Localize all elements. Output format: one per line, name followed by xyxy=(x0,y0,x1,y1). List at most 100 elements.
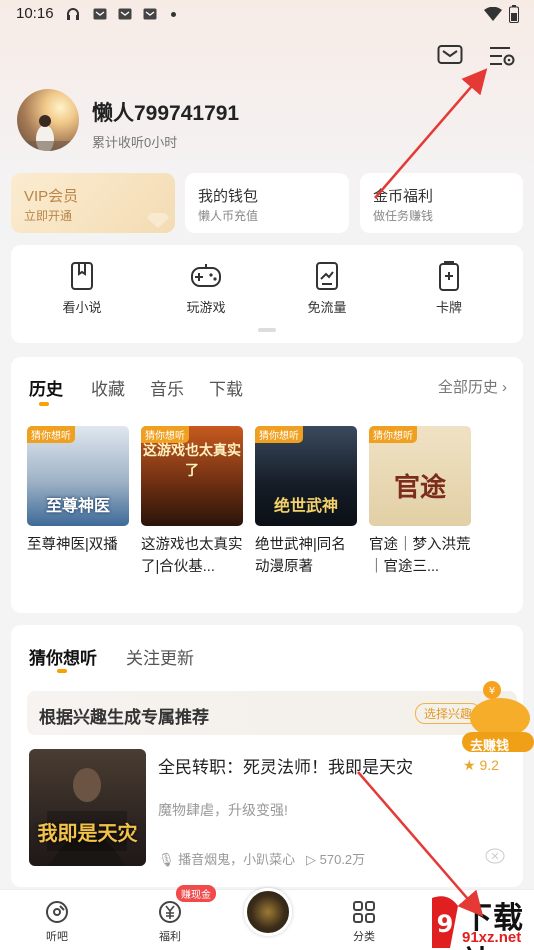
book-cover: 猜你想听 至尊神医 xyxy=(27,426,129,526)
svg-text:¥: ¥ xyxy=(489,686,495,697)
tool-label: 免流量 xyxy=(307,300,347,315)
banner-text: 根据兴趣生成专属推荐 xyxy=(39,708,209,727)
tab-favorites[interactable]: 收藏 xyxy=(91,375,125,400)
yen-coin-icon xyxy=(159,901,181,923)
message-icon[interactable] xyxy=(437,44,463,66)
tab-downloads[interactable]: 下载 xyxy=(209,375,243,400)
coin-welfare-title: 金币福利 xyxy=(373,188,434,205)
tab-music[interactable]: 音乐 xyxy=(150,375,184,400)
cover-title: 官途 xyxy=(393,472,446,502)
battery-icon xyxy=(509,5,519,23)
disc-icon xyxy=(46,901,68,923)
now-playing-button[interactable] xyxy=(244,888,292,936)
username[interactable]: 懒人799741791 xyxy=(92,97,239,127)
book-title: 至尊神医|双播 xyxy=(27,537,118,553)
earn-money-float-button[interactable]: ¥ 去赚钱 xyxy=(462,680,534,760)
wallet-card-subtitle: 懒人币充值 xyxy=(198,209,259,223)
data-card-icon xyxy=(316,262,338,290)
chevron-right-icon: › xyxy=(502,379,507,396)
tool-play-game[interactable]: 玩游戏 xyxy=(161,261,251,316)
watermark-url: 91xz.net xyxy=(462,929,522,946)
vip-card-title: VIP会员 xyxy=(24,188,79,205)
close-icon[interactable] xyxy=(485,848,505,864)
cover-title: 绝世武神 xyxy=(273,498,338,515)
history-book[interactable]: 猜你想听 绝世武神 绝世武神|同名动漫原著 xyxy=(255,426,357,578)
earn-money-label: 去赚钱 xyxy=(470,738,510,753)
headset-icon xyxy=(67,8,79,20)
coin-welfare-subtitle: 做任务赚钱 xyxy=(373,209,434,223)
svg-text:9: 9 xyxy=(437,910,454,938)
tool-label: 看小说 xyxy=(62,300,102,315)
book-icon xyxy=(71,262,93,290)
diamond-icon xyxy=(147,213,169,228)
guess-tag: 猜你想听 xyxy=(255,426,303,443)
recommend-title[interactable]: 全民转职：死灵法师！我即是天灾 xyxy=(158,753,413,778)
history-book[interactable]: 猜你想听 至尊神医 至尊神医|双播 xyxy=(27,426,129,578)
recommend-cover[interactable]: 我即是天灾 xyxy=(29,749,146,866)
book-cover: 猜你想听 绝世武神 xyxy=(255,426,357,526)
history-book[interactable]: 猜你想听 官途 官途｜梦入洪荒｜官途三... xyxy=(369,426,471,578)
tool-free-data[interactable]: 免流量 xyxy=(282,261,372,316)
listen-time: 累计收听0小时 xyxy=(92,135,178,150)
nav-label: 听吧 xyxy=(46,931,68,943)
nav-label: 分类 xyxy=(353,931,375,943)
tool-cards[interactable]: 卡牌 xyxy=(404,261,494,316)
avatar[interactable] xyxy=(17,89,79,151)
mail-notification-icon xyxy=(143,8,157,20)
tool-read-novel[interactable]: 看小说 xyxy=(37,261,127,316)
tab-guess-listen[interactable]: 猜你想听 xyxy=(29,644,97,669)
status-time: 10:16 xyxy=(16,5,54,22)
page-indicator xyxy=(258,328,276,332)
book-title: 这游戏也太真实了|合伙基... xyxy=(141,537,243,575)
coin-welfare-card[interactable]: 金币福利 做任务赚钱 xyxy=(360,173,523,233)
narrators: 播音烟鬼，小趴菜心 xyxy=(178,852,296,867)
play-count: 570.2万 xyxy=(319,852,366,867)
nav-welfare[interactable]: 福利 xyxy=(140,900,200,944)
mail-notification-icon xyxy=(93,8,107,20)
tools-panel: 看小说 玩游戏 免流量 卡牌 xyxy=(11,245,523,343)
mic-icon: 🎙 xyxy=(158,852,175,867)
book-cover: 猜你想听 官途 xyxy=(369,426,471,526)
gamepad-icon xyxy=(191,264,221,287)
cover-title: 这游戏也太真实了 xyxy=(143,442,241,478)
book-title: 绝世武神|同名动漫原著 xyxy=(255,537,346,575)
tab-follow-updates[interactable]: 关注更新 xyxy=(126,644,194,669)
vip-card-subtitle: 立即开通 xyxy=(24,209,73,223)
guess-tag: 猜你想听 xyxy=(27,426,75,443)
history-book[interactable]: 猜你想听 这游戏也太真实了 这游戏也太真实了|合伙基... xyxy=(141,426,243,578)
mail-notification-icon xyxy=(118,8,132,20)
cover-title: 我即是天灾 xyxy=(37,823,138,845)
tool-label: 卡牌 xyxy=(435,300,462,315)
grid-icon xyxy=(353,901,375,923)
tab-indicator xyxy=(39,402,49,406)
wifi-icon xyxy=(484,7,502,21)
recommend-meta: 🎙 播音烟鬼，小趴菜心 ▷ 570.2万 xyxy=(158,849,365,868)
notification-dot xyxy=(171,12,176,17)
vip-card[interactable]: VIP会员 立即开通 xyxy=(11,173,175,233)
all-history-link[interactable]: 全部历史 › xyxy=(438,376,507,397)
avatar-figure-icon xyxy=(17,115,79,151)
recommend-desc: 魔物肆虐，升级变强! xyxy=(158,802,288,818)
play-icon: ▷ xyxy=(306,852,316,867)
cover-figure-icon xyxy=(47,768,127,866)
nav-label: 福利 xyxy=(159,931,181,943)
interest-banner[interactable]: 根据兴趣生成专属推荐 选择兴趣 xyxy=(27,691,517,735)
tab-indicator xyxy=(57,669,67,673)
nav-category[interactable]: 分类 xyxy=(334,900,394,944)
all-history-label: 全部历史 xyxy=(437,379,498,396)
tool-label: 玩游戏 xyxy=(186,300,226,315)
earn-cash-badge: 赚现金 xyxy=(176,885,216,902)
guess-tag: 猜你想听 xyxy=(369,426,417,443)
history-panel: 历史 收藏 音乐 下载 全部历史 › 猜你想听 至尊神医 至尊神医|双播 猜你想… xyxy=(11,357,523,613)
card-icon xyxy=(439,261,459,291)
cover-title: 至尊神医 xyxy=(45,498,110,515)
settings-icon[interactable] xyxy=(488,44,516,68)
nav-tingba[interactable]: 听吧 xyxy=(27,900,87,944)
book-title: 官途｜梦入洪荒｜官途三... xyxy=(369,537,471,575)
wallet-card-title: 我的钱包 xyxy=(198,188,259,205)
book-cover: 猜你想听 这游戏也太真实了 xyxy=(141,426,243,526)
status-bar: 10:16 xyxy=(0,0,534,30)
recommend-panel: 猜你想听 关注更新 根据兴趣生成专属推荐 选择兴趣 我即是天灾 全民转职：死灵法… xyxy=(11,625,523,887)
tab-history[interactable]: 历史 xyxy=(29,375,63,400)
wallet-card[interactable]: 我的钱包 懒人币充值 xyxy=(185,173,349,233)
